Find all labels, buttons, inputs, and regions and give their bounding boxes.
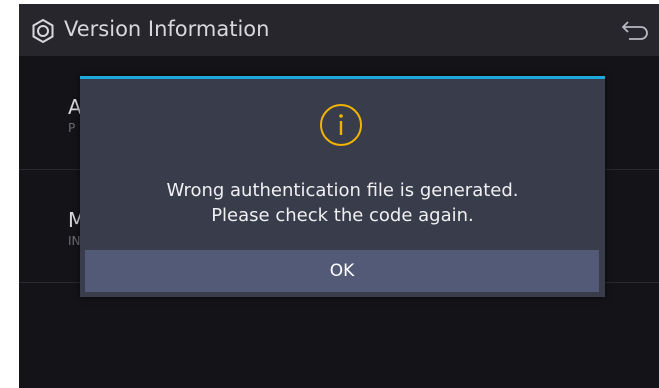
dialog-message-line: Wrong authentication file is generated. bbox=[166, 180, 519, 201]
info-icon bbox=[320, 104, 362, 146]
alert-dialog: Wrong authentication file is generated. … bbox=[80, 76, 605, 297]
page-title: Version Information bbox=[64, 17, 270, 41]
title-bar: Version Information bbox=[19, 4, 659, 56]
back-arrow-icon[interactable] bbox=[621, 19, 649, 41]
gear-icon bbox=[32, 18, 54, 44]
dialog-message: Wrong authentication file is generated. … bbox=[80, 178, 605, 228]
screen: Version Information A P M IN Wrong authe… bbox=[19, 4, 659, 388]
list-item-subtitle: IN bbox=[68, 234, 81, 248]
list-item-subtitle: P bbox=[68, 121, 76, 135]
ok-button[interactable]: OK bbox=[85, 250, 599, 292]
dialog-message-line: Please check the code again. bbox=[211, 205, 474, 226]
